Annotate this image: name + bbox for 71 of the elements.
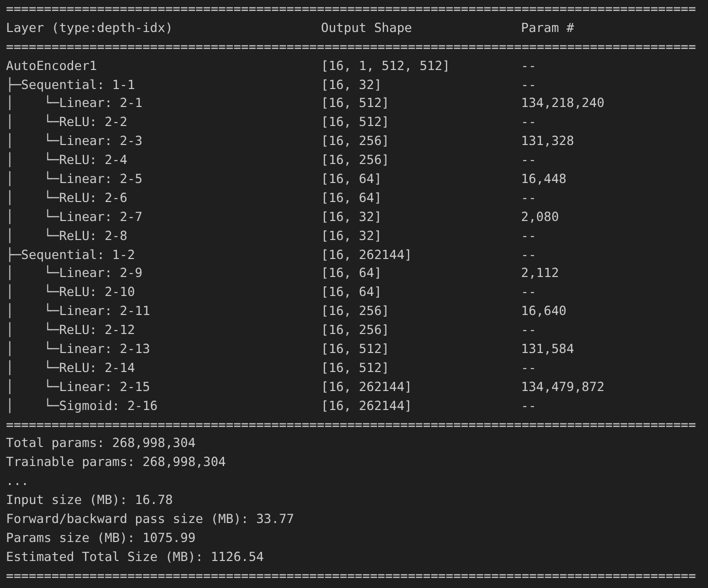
param-count: -- [521,321,536,340]
summary-line: Total params: 268,998,304 [6,434,196,452]
param-count: 16,640 [521,302,566,320]
layer-name: │ └─Linear: 2-1 [6,94,142,112]
summary-line: Estimated Total Size (MB): 1126.54 [6,548,264,566]
output-dimensions-text: [16, 1, 512, 512] [321,56,450,75]
output-dimensions-text: [16, 262144] [321,246,412,264]
param-count: -- [521,246,536,264]
output-dimensions-text: [16, 32] [321,76,382,94]
separator-line: =========================================================================================== [6,416,696,434]
param-count: -- [521,188,536,207]
layer-name: ├─Sequential: 1-1 [6,76,135,94]
summary-line: Forward/backward pass size (MB): 33.77 [6,510,294,528]
param-count: -- [521,396,536,415]
layer-name: AutoEncoder1 [6,56,97,75]
output-dimensions-text: [16, 512] [321,94,390,112]
summary-line: Trainable params: 268,998,304 [6,453,226,472]
param-count: -- [521,358,536,377]
layer-name: │ └─Linear: 2-3 [6,132,142,150]
layer-name: │ └─ReLU: 2-8 [6,226,128,246]
output-dimensions-text: [16, 262144] [321,378,412,396]
layer-name: │ └─Linear: 2-11 [6,302,150,320]
output-dimensions-text: [16, 256] [321,302,390,320]
output-dimensions-text: [16, 256] [321,321,390,340]
output-dimensions-text: [16, 512] [321,113,390,132]
layer-name: ├─Sequential: 1-2 [6,246,135,264]
layer-name: │ └─Linear: 2-15 [6,378,150,396]
output-dimensions-text: [16, 64] [321,188,382,207]
param-count: 134,479,872 [521,378,604,396]
param-count: 131,584 [521,340,574,358]
output-dimensions-text: [16, 512] [321,358,390,377]
layer-name: │ └─Linear: 2-13 [6,340,150,358]
param-count: -- [521,113,536,132]
separator-line: =========================================================================================== [6,38,696,56]
param-count: -- [521,226,536,245]
param-count: 131,328 [521,132,574,150]
output-dimensions-text: [16, 64] [321,170,382,188]
param-count: 2,112 [521,264,559,282]
layer-name: │ └─Linear: 2-7 [6,208,142,226]
layer-name: │ └─ReLU: 2-4 [6,151,128,170]
summary-line: Input size (MB): 16.78 [6,491,173,510]
output-dimensions-text: [16, 64] [321,283,382,302]
param-count: -- [521,283,536,302]
param-column-header: Param # [521,18,574,37]
param-count: 2,080 [521,208,559,226]
output-dimensions-text: [16, 262144] [321,396,412,415]
separator-line: =========================================================================================== [6,566,696,585]
output-dimensions-text: [16, 256] [321,151,390,170]
layer-name: │ └─ReLU: 2-10 [6,283,135,302]
layer-name: │ └─Linear: 2-9 [6,264,142,282]
output-dimensions-text: [16, 512] [321,340,390,358]
separator-line: =========================================================================================== [6,0,696,18]
layer-name: │ └─ReLU: 2-6 [6,188,128,208]
param-count: -- [521,151,536,170]
output-shape-column-header: Output Shape [321,18,412,37]
param-count: -- [521,56,536,75]
layer-name: │ └─ReLU: 2-14 [6,358,135,378]
layer-name: │ └─ReLU: 2-2 [6,113,128,132]
output-dimensions-text: [16, 32] [321,208,382,226]
output-dimensions-text: [16, 256] [321,132,390,150]
param-count: 16,448 [521,170,566,188]
summary-line: Params size (MB): 1075.99 [6,528,196,547]
param-count: -- [521,76,536,94]
layer-name: │ └─Linear: 2-5 [6,170,142,188]
layer-column-header: Layer (type:depth-idx) [6,18,173,37]
param-count: 134,218,240 [521,94,604,112]
output-dimensions-text: [16, 32] [321,226,382,245]
layer-name: │ └─ReLU: 2-12 [6,321,135,340]
layer-name: │ └─Sigmoid: 2-16 [6,396,158,416]
summary-line: ... [6,472,29,490]
output-dimensions-text: [16, 64] [321,264,382,282]
